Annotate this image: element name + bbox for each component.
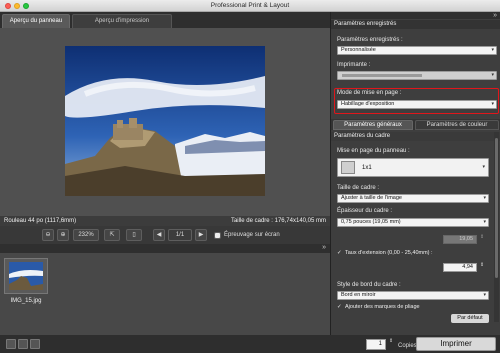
media-size-text: Rouleau 44 po (1117,6mm) (4, 218, 77, 224)
saved-settings-value: Personnalisée (341, 47, 376, 53)
fold-marks-label: Ajouter des marques de pliage (345, 304, 420, 310)
rotate-icon: ⇱ (109, 232, 115, 238)
page-icon: ▯ (132, 232, 136, 238)
copies-stepper[interactable]: ⇕ (389, 338, 393, 344)
default-button[interactable]: Par défaut (451, 314, 489, 323)
thickness-stepper[interactable]: ⇕ (480, 234, 484, 240)
saved-settings-select[interactable]: Personnalisée ▾ (337, 46, 497, 55)
bottom-bar: 1 ⇕ Copies Imprimer (0, 335, 500, 353)
panel-preview (0, 28, 330, 216)
saved-settings-label: Paramètres enregistrés : (337, 37, 403, 43)
window-title: Professional Print & Layout (210, 2, 290, 9)
dropdown-arrow-icon: ▾ (483, 219, 486, 225)
page-indicator: 1/1 (168, 229, 192, 241)
expand-chevron-icon[interactable]: » (493, 11, 497, 20)
preview-photo (65, 46, 265, 196)
softproof-label: Épreuvage sur écran (224, 232, 280, 238)
tab-panel-preview[interactable]: Aperçu du panneau (2, 14, 70, 28)
preview-area: Aperçu du panneau Aperçu d'impression Ro… (0, 12, 330, 335)
extension-stepper[interactable]: ⇕ (480, 262, 484, 268)
thickness-label: Épaisseur du cadre : (337, 208, 393, 214)
edge-style-label: Style de bord du cadre : (337, 282, 401, 288)
printer-select[interactable]: ▾ (337, 71, 497, 80)
previous-page-button[interactable]: ◀ (153, 229, 165, 241)
dropdown-arrow-icon: ▾ (483, 195, 486, 201)
title-bar: Professional Print & Layout (0, 0, 500, 12)
thumbnail-label: IMG_15.jpg (10, 298, 42, 304)
image-thumbnail[interactable] (4, 258, 48, 294)
tab-print-preview[interactable]: Aperçu d'impression (72, 14, 172, 28)
printer-label: Imprimante : (337, 62, 371, 68)
copies-input[interactable]: 1 (366, 339, 386, 350)
dropdown-arrow-icon: ▾ (482, 164, 485, 170)
panel-layout-icon (341, 161, 355, 174)
printer-name-redacted (342, 74, 422, 77)
frame-size-text: Taille de cadre : 176,74x140,05 mm (230, 218, 326, 224)
view-split-button[interactable] (18, 339, 28, 349)
edge-style-select[interactable]: Bord en miroir ▾ (337, 291, 489, 300)
frame-size-label: Taille de cadre : (337, 185, 380, 191)
zoom-in-icon: ⊕ (60, 232, 66, 238)
preview-info-bar: Rouleau 44 po (1117,6mm) Taille de cadre… (0, 216, 330, 226)
panel-layout-label: Mise en page du panneau : (337, 148, 410, 154)
view-thumbnail-button[interactable] (30, 339, 40, 349)
settings-scrollbar[interactable] (494, 132, 499, 322)
tab-general-settings[interactable]: Paramètres généraux (333, 120, 413, 130)
panel-layout-select[interactable]: 1x1 ▾ (337, 158, 489, 177)
extension-checkbox[interactable]: ✓ (337, 250, 342, 256)
thumbnail-area: IMG_15.jpg (0, 253, 330, 335)
zoom-in-button[interactable]: ⊕ (57, 229, 69, 241)
frame-settings-header: Paramètres du cadre (331, 132, 500, 141)
fold-marks-checkbox[interactable]: ✓ (337, 304, 342, 310)
print-button[interactable]: Imprimer (416, 337, 496, 351)
thickness-value: 0,75 pouces (19,05 mm) (341, 219, 401, 225)
copies-label: Copies (398, 343, 417, 349)
layout-mode-label: Mode de mise en page : (337, 90, 402, 96)
arrow-left-icon: ◀ (156, 232, 162, 238)
tab-color-settings[interactable]: Paramètres de couleur (415, 120, 499, 130)
saved-settings-header: Paramètres enregistrés (331, 20, 500, 29)
page-layout-button[interactable]: ▯ (126, 229, 142, 241)
dropdown-arrow-icon: ▾ (491, 101, 494, 107)
settings-subtabs: Paramètres généraux Paramètres de couleu… (331, 119, 500, 130)
preview-toolbar: ⊖ ⊕ 232% ⇱ ▯ ◀ 1/1 ▶ Épreuvage sur écran (0, 226, 330, 244)
next-page-button[interactable]: ▶ (195, 229, 207, 241)
thumbnail-image (9, 262, 43, 290)
layout-mode-select[interactable]: Habillage d'exposition ▾ (337, 100, 497, 109)
preview-tabs: Aperçu du panneau Aperçu d'impression (0, 12, 330, 28)
extension-number-field[interactable]: 4,94 (443, 263, 477, 272)
collapse-bar: » (0, 244, 330, 253)
extension-label: Taux d'extension (0,00 - 25,40mm) : (345, 250, 433, 256)
frame-size-value: Ajuster à taille de l'image (341, 195, 402, 201)
softproof-checkbox[interactable] (214, 232, 221, 239)
zoom-level-select[interactable]: 232% (73, 229, 99, 241)
thickness-number-field[interactable]: 19,05 (443, 235, 477, 244)
zoom-out-icon: ⊖ (45, 232, 51, 238)
edge-style-value: Bord en miroir (341, 292, 376, 298)
view-single-button[interactable] (6, 339, 16, 349)
settings-panel: » Paramètres enregistrés Paramètres enre… (330, 12, 500, 335)
collapse-chevron-icon[interactable]: » (322, 244, 326, 251)
dropdown-arrow-icon: ▾ (491, 47, 494, 53)
panel-layout-value: 1x1 (362, 165, 372, 171)
panel-top-bar: » (331, 12, 500, 19)
layout-mode-value: Habillage d'exposition (341, 101, 395, 107)
scrollbar-thumb[interactable] (495, 138, 498, 278)
frame-size-select[interactable]: Ajuster à taille de l'image ▾ (337, 194, 489, 203)
zoom-out-button[interactable]: ⊖ (42, 229, 54, 241)
rotate-button[interactable]: ⇱ (104, 229, 120, 241)
thickness-select[interactable]: 0,75 pouces (19,05 mm) ▾ (337, 218, 489, 227)
arrow-right-icon: ▶ (198, 232, 204, 238)
dropdown-arrow-icon: ▾ (491, 72, 494, 78)
dropdown-arrow-icon: ▾ (483, 292, 486, 298)
